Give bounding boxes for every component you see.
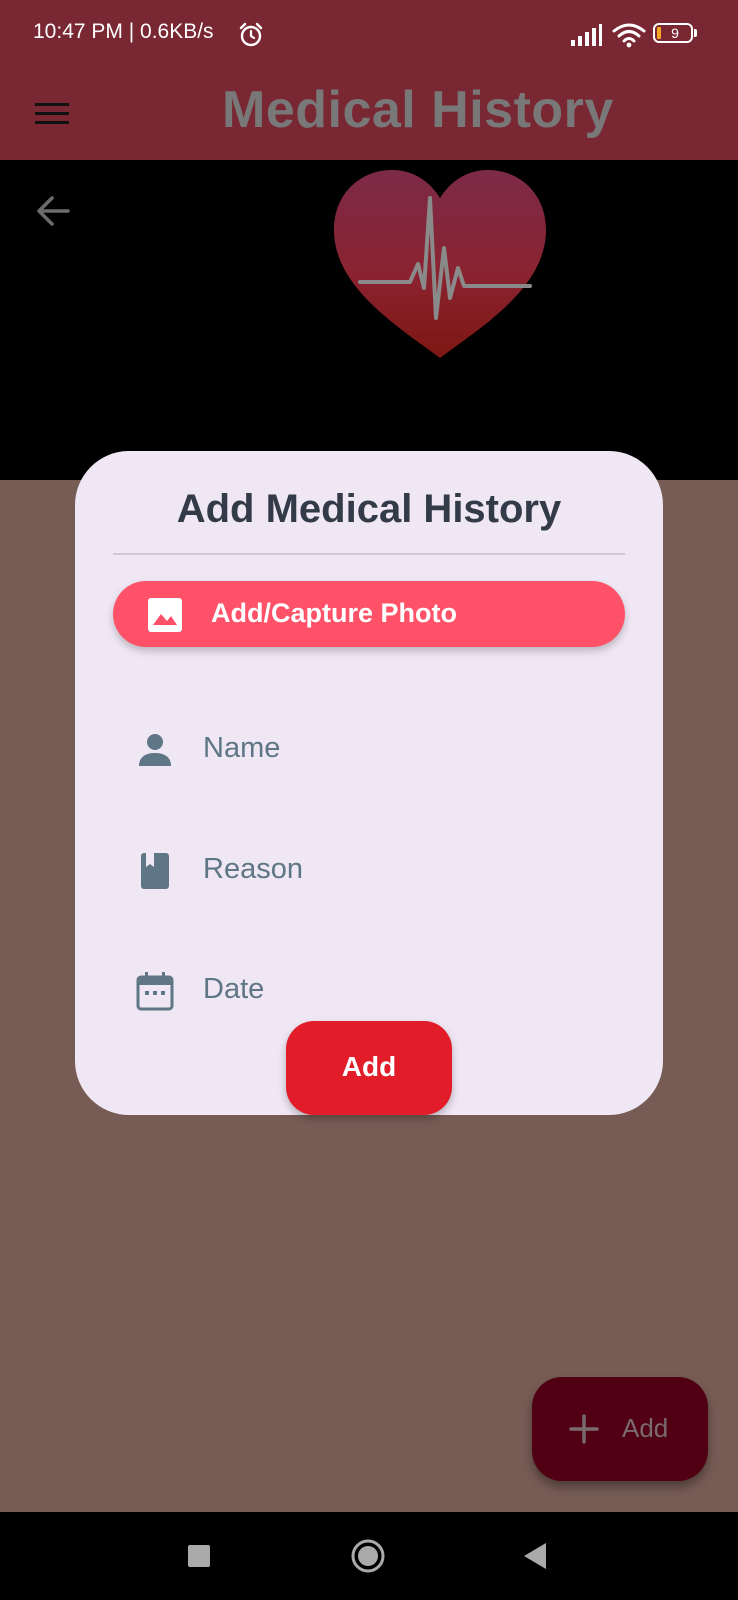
- status-bar: 10:47 PM | 0.6KB/s 9: [0, 0, 738, 70]
- battery-icon: 9: [653, 23, 699, 47]
- plus-icon: [569, 1414, 599, 1444]
- dialog-title: Add Medical History: [176, 487, 562, 531]
- battery-level: 9: [671, 25, 679, 41]
- back-icon[interactable]: [522, 1541, 548, 1571]
- add-submit-button[interactable]: Add: [286, 1021, 452, 1115]
- image-icon: [148, 598, 182, 632]
- reason-field[interactable]: Reason: [135, 841, 605, 901]
- signal-icon: [571, 24, 602, 46]
- name-placeholder: Name: [203, 732, 281, 764]
- system-nav-bar: [0, 1512, 738, 1600]
- status-time: 10:47 PM | 0.6KB/s: [33, 20, 214, 43]
- add-medical-history-dialog: Add Medical History Add/Capture Photo Na…: [75, 451, 663, 1115]
- wifi-icon: [612, 23, 646, 48]
- reason-placeholder: Reason: [203, 853, 303, 885]
- hero-banner: [0, 160, 738, 480]
- book-icon: [141, 853, 169, 889]
- page-title: Medical History: [222, 81, 614, 139]
- heart-pulse-logo: [334, 170, 546, 358]
- name-field[interactable]: Name: [135, 720, 605, 780]
- person-icon: [139, 734, 171, 766]
- date-placeholder: Date: [203, 973, 265, 1005]
- add-submit-label: Add: [341, 1051, 397, 1082]
- app-bar: Medical History: [0, 70, 738, 160]
- back-arrow-icon[interactable]: [34, 192, 72, 230]
- add-capture-photo-button[interactable]: Add/Capture Photo: [113, 581, 625, 647]
- alarm-icon: [239, 22, 263, 47]
- home-icon[interactable]: [350, 1538, 386, 1574]
- divider: [113, 553, 625, 555]
- add-fab-button[interactable]: Add: [532, 1377, 708, 1481]
- recents-icon[interactable]: [188, 1545, 210, 1567]
- menu-icon[interactable]: [34, 96, 70, 132]
- add-capture-photo-label: Add/Capture Photo: [211, 598, 457, 628]
- fab-label: Add: [622, 1413, 669, 1443]
- date-field[interactable]: Date: [135, 961, 605, 1021]
- calendar-icon: [136, 972, 174, 1011]
